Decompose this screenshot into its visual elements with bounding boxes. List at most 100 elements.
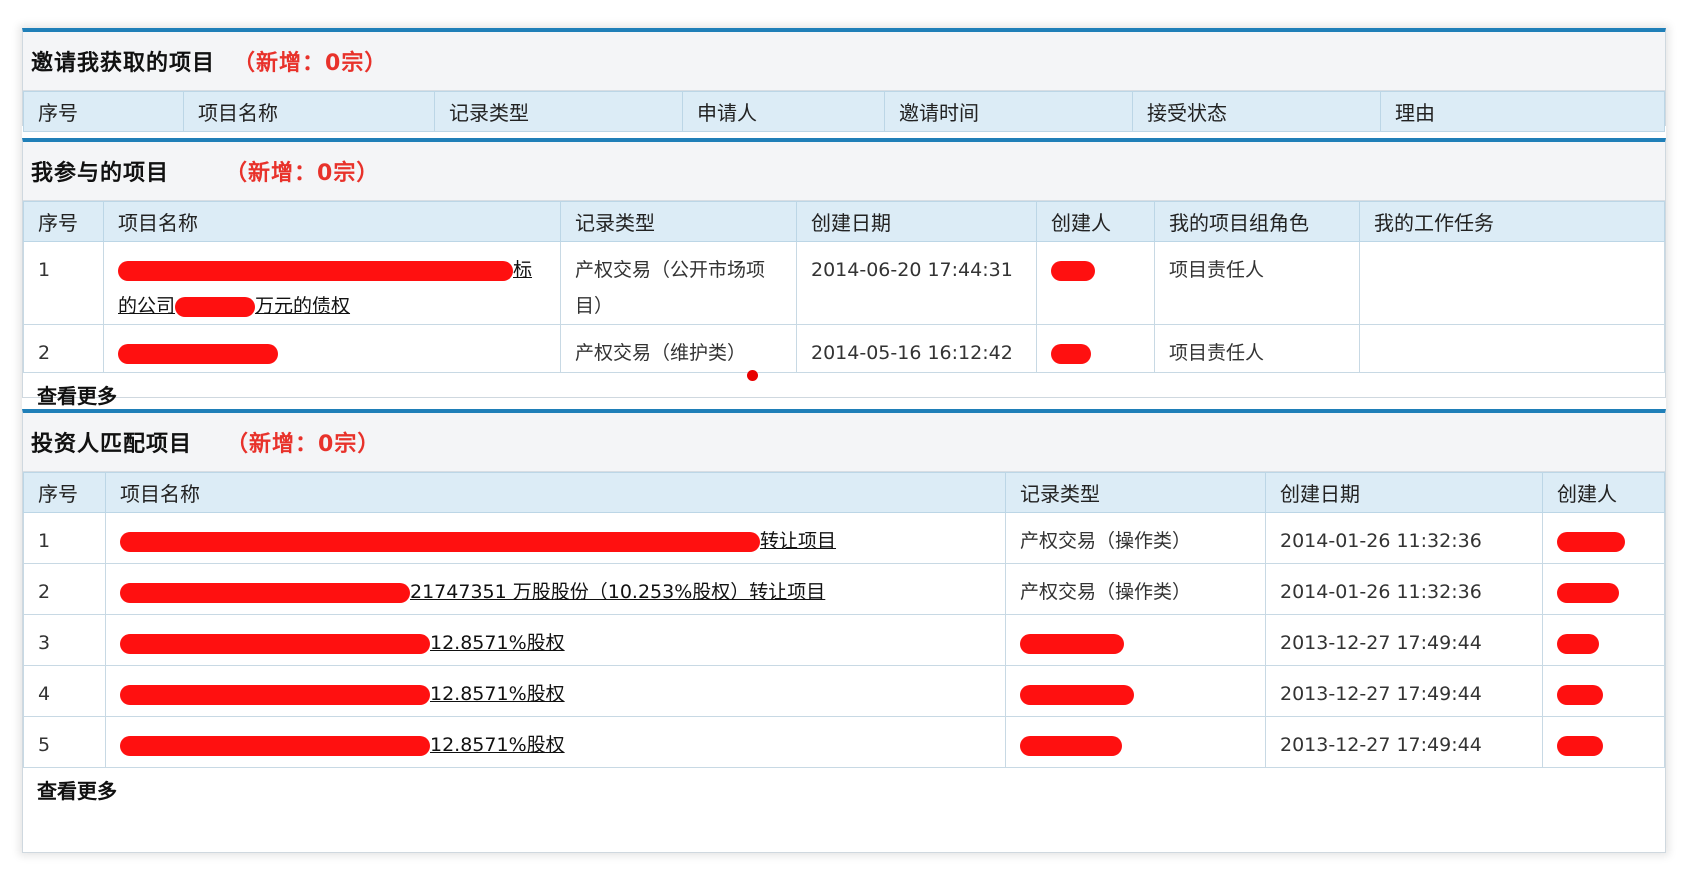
creator-cell (1542, 665, 1665, 717)
redaction-mark (120, 531, 760, 552)
creator-cell (1036, 241, 1155, 325)
col-header: 项目名称 (183, 91, 435, 132)
redaction-mark (1557, 735, 1603, 756)
redaction-mark (1557, 633, 1599, 654)
record-type-cell (1005, 665, 1266, 717)
creator-cell (1542, 512, 1665, 564)
project-name-link[interactable]: 12.8571%股权 (105, 716, 1006, 768)
col-header: 序号 (23, 91, 184, 132)
row-number: 1 (23, 241, 104, 325)
table-row: 2 产权交易（维护类） 2014-05-16 16:12:42 项目责任人 (23, 324, 1665, 373)
project-name-link[interactable] (103, 324, 561, 373)
project-name-link[interactable]: 标 的公司 万元的债权 (103, 241, 561, 325)
invite-header-row: 序号 项目名称 记录类型 申请人 邀请时间 接受状态 理由 (23, 91, 1665, 132)
role-cell: 项目责任人 (1154, 241, 1360, 325)
task-cell (1359, 241, 1665, 325)
redaction-mark (1051, 343, 1091, 364)
col-header: 记录类型 (1005, 472, 1266, 513)
redaction-mark (120, 684, 430, 705)
investor-panel-title: 投资人匹配项目 (31, 432, 193, 457)
redaction-mark (1557, 582, 1619, 603)
record-type-cell (1005, 614, 1266, 666)
invite-table: 序号 项目名称 记录类型 申请人 邀请时间 接受状态 理由 (23, 91, 1665, 132)
col-header: 邀请时间 (884, 91, 1133, 132)
redaction-mark (1020, 684, 1134, 705)
record-type-cell: 产权交易（公开市场项目） (560, 241, 797, 325)
project-name-link[interactable]: 12.8571%股权 (105, 614, 1006, 666)
task-cell (1359, 324, 1665, 373)
participate-panel-header: 我参与的项目 （新增：0宗） (23, 142, 1665, 201)
col-header: 创建人 (1036, 201, 1155, 242)
view-more-link[interactable]: 查看更多 (23, 768, 1665, 810)
project-name-link[interactable]: 转让项目 (105, 512, 1006, 564)
redaction-mark (120, 633, 430, 654)
col-header: 我的工作任务 (1359, 201, 1665, 242)
col-header: 理由 (1380, 91, 1665, 132)
row-number: 5 (23, 716, 106, 768)
redaction-mark (175, 296, 256, 317)
created-date-cell: 2014-05-16 16:12:42 (796, 324, 1037, 373)
row-number: 4 (23, 665, 106, 717)
red-marker-dot (747, 370, 758, 381)
redaction-mark (1557, 684, 1603, 705)
col-header: 项目名称 (105, 472, 1006, 513)
created-date-cell: 2013-12-27 17:49:44 (1265, 716, 1543, 768)
invite-panel: 邀请我获取的项目 （新增：0宗） 序号 项目名称 记录类型 申请人 邀请时间 接… (22, 28, 1666, 132)
table-row: 3 12.8571%股权 2013-12-27 17:49:44 (23, 614, 1665, 666)
table-row: 1 转让项目 产权交易（操作类） 2014-01-26 11:32:36 (23, 512, 1665, 564)
investor-new-count: （新增：0宗） (226, 432, 381, 457)
created-date-cell: 2014-01-26 11:32:36 (1265, 512, 1543, 564)
investor-header-row: 序号 项目名称 记录类型 创建日期 创建人 (23, 472, 1665, 513)
created-date-cell: 2013-12-27 17:49:44 (1265, 614, 1543, 666)
row-number: 2 (23, 324, 104, 373)
record-type-cell (1005, 716, 1266, 768)
redaction-mark (120, 735, 430, 756)
redaction-mark (1020, 735, 1122, 756)
created-date-cell: 2014-01-26 11:32:36 (1265, 563, 1543, 615)
table-row: 4 12.8571%股权 2013-12-27 17:49:44 (23, 665, 1665, 717)
content-canvas: 邀请我获取的项目 （新增：0宗） 序号 项目名称 记录类型 申请人 邀请时间 接… (22, 28, 1666, 853)
redaction-mark (1557, 531, 1625, 552)
col-header: 项目名称 (103, 201, 561, 242)
table-row: 5 12.8571%股权 2013-12-27 17:49:44 (23, 716, 1665, 768)
redaction-mark (1020, 633, 1124, 654)
redaction-mark (120, 582, 410, 603)
participate-panel-title: 我参与的项目 (31, 161, 170, 186)
col-header: 记录类型 (434, 91, 683, 132)
col-header: 我的项目组角色 (1154, 201, 1360, 242)
col-header: 接受状态 (1132, 91, 1381, 132)
project-name-link[interactable]: 12.8571%股权 (105, 665, 1006, 717)
created-date-cell: 2014-06-20 17:44:31 (796, 241, 1037, 325)
row-number: 1 (23, 512, 106, 564)
invite-panel-header: 邀请我获取的项目 （新增：0宗） (23, 32, 1665, 91)
col-header: 创建日期 (796, 201, 1037, 242)
investor-panel: 投资人匹配项目 （新增：0宗） 序号 项目名称 记录类型 创建日期 创建人 1 … (22, 409, 1666, 853)
creator-cell (1542, 716, 1665, 768)
col-header: 创建人 (1542, 472, 1665, 513)
participate-table: 序号 项目名称 记录类型 创建日期 创建人 我的项目组角色 我的工作任务 1 标… (23, 201, 1665, 373)
col-header: 序号 (23, 201, 104, 242)
creator-cell (1542, 563, 1665, 615)
col-header: 序号 (23, 472, 106, 513)
record-type-cell: 产权交易（操作类） (1005, 563, 1266, 615)
invite-panel-title: 邀请我获取的项目 (31, 51, 216, 76)
redaction-mark (1051, 260, 1095, 281)
table-row: 1 标 的公司 万元的债权 产权交易（公开市场项目） 2014-06-20 17:… (23, 241, 1665, 325)
role-cell: 项目责任人 (1154, 324, 1360, 373)
table-row: 2 21747351 万股股份（10.253%股权）转让项目 产权交易（操作类）… (23, 563, 1665, 615)
investor-table: 序号 项目名称 记录类型 创建日期 创建人 1 转让项目 产权交易（操作类） 2… (23, 472, 1665, 768)
creator-cell (1036, 324, 1155, 373)
participate-panel: 我参与的项目 （新增：0宗） 序号 项目名称 记录类型 创建日期 创建人 我的项… (22, 138, 1666, 408)
col-header: 申请人 (682, 91, 885, 132)
record-type-cell: 产权交易（维护类） (560, 324, 797, 373)
creator-cell (1542, 614, 1665, 666)
created-date-cell: 2013-12-27 17:49:44 (1265, 665, 1543, 717)
participate-new-count: （新增：0宗） (225, 161, 380, 186)
col-header: 记录类型 (560, 201, 797, 242)
row-number: 2 (23, 563, 106, 615)
participate-header-row: 序号 项目名称 记录类型 创建日期 创建人 我的项目组角色 我的工作任务 (23, 201, 1665, 242)
row-number: 3 (23, 614, 106, 666)
invite-new-count: （新增：0宗） (233, 51, 388, 76)
investor-panel-header: 投资人匹配项目 （新增：0宗） (23, 413, 1665, 472)
project-name-link[interactable]: 21747351 万股股份（10.253%股权）转让项目 (105, 563, 1006, 615)
